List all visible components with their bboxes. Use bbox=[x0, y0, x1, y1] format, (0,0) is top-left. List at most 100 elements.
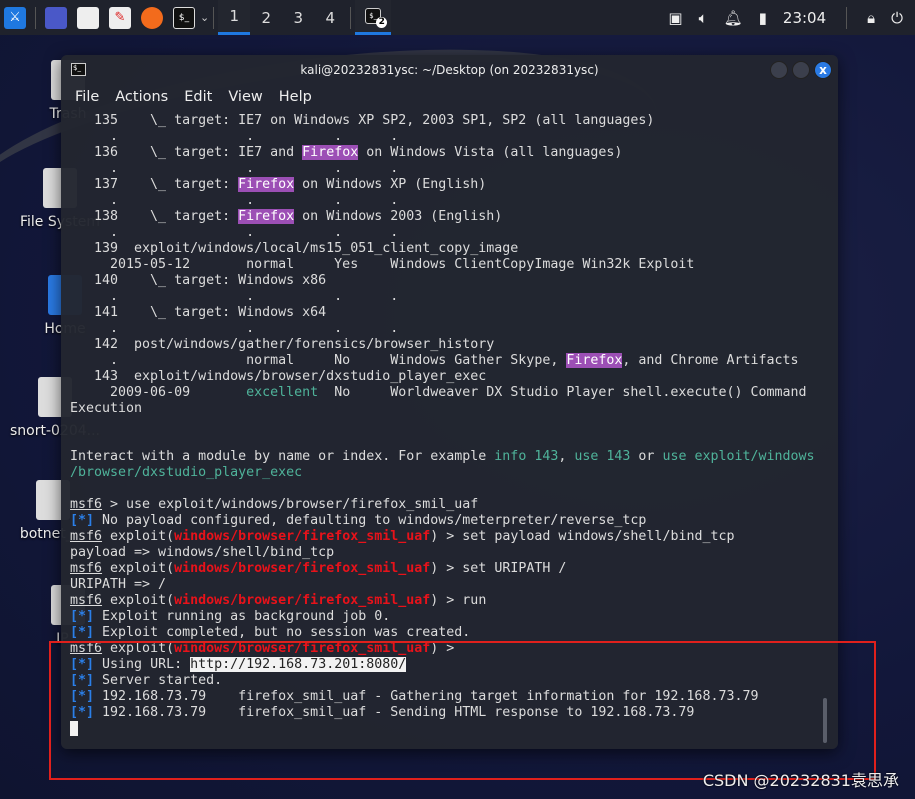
terminal-line: /browser/dxstudio_player_exec bbox=[70, 465, 824, 481]
terminal-text: 2015-05-12 normal Yes Windows ClientCopy… bbox=[70, 257, 695, 272]
notification-bell-icon[interactable]: 🔔︎ bbox=[724, 9, 743, 27]
terminal-text: /browser/dxstudio_player_exec bbox=[70, 465, 303, 480]
menu-actions[interactable]: Actions bbox=[115, 89, 168, 105]
terminal-text: windows/browser/firefox_smil_uaf bbox=[174, 561, 431, 576]
terminal-text: . normal No Windows Gather Skype, bbox=[70, 353, 567, 368]
menu-file[interactable]: File bbox=[75, 89, 99, 105]
terminal-icon: $_ bbox=[71, 63, 86, 76]
terminal-text: 137 \_ target: bbox=[70, 177, 239, 192]
terminal-text: Execution bbox=[70, 401, 143, 416]
system-tray: ▣ 🔈︎ 🔔︎ ▮ 23:04 🔒︎ ⏻ bbox=[668, 6, 915, 29]
terminal-text: 142 post/windows/gather/forensics/browse… bbox=[70, 337, 495, 352]
terminal-text: use 143 bbox=[574, 449, 631, 464]
terminal-line: 136 \_ target: IE7 and Firefox on Window… bbox=[70, 145, 824, 161]
menu-view[interactable]: View bbox=[228, 89, 262, 105]
window-title: kali@20232831ysc: ~/Desktop (on 20232831… bbox=[300, 63, 599, 77]
terminal-line: . . . . bbox=[70, 225, 824, 241]
workspace-3[interactable]: 3 bbox=[282, 0, 314, 35]
terminal-text: . . . . bbox=[70, 225, 399, 240]
clock[interactable]: 23:04 bbox=[783, 9, 826, 27]
task-count-badge: 2 bbox=[376, 17, 388, 28]
terminal-text: Exploit completed, but no session was cr… bbox=[94, 625, 471, 640]
firefox-icon[interactable] bbox=[141, 6, 163, 29]
terminal-line: . . . . bbox=[70, 321, 824, 337]
terminal-line: msf6 exploit(windows/browser/firefox_smi… bbox=[70, 561, 824, 577]
terminal-text: . . . . bbox=[70, 193, 399, 208]
terminal-text: Exploit running as background job 0. bbox=[94, 609, 391, 624]
minimize-button[interactable] bbox=[770, 61, 788, 79]
terminal-text: payload => windows/shell/bind_tcp bbox=[70, 545, 335, 560]
battery-icon[interactable]: ▮ bbox=[759, 9, 767, 27]
maximize-button[interactable] bbox=[792, 61, 810, 79]
divider bbox=[35, 6, 36, 29]
workspace-4[interactable]: 4 bbox=[314, 0, 346, 35]
terminal-text: Firefox bbox=[238, 177, 295, 192]
terminal-line: . . . . bbox=[70, 129, 824, 145]
terminal-text: [*] bbox=[70, 609, 95, 624]
terminal-line: 140 \_ target: Windows x86 bbox=[70, 273, 824, 289]
terminal-text: Firefox bbox=[566, 353, 623, 368]
terminal-line: 2015-05-12 normal Yes Windows ClientCopy… bbox=[70, 257, 824, 273]
terminal-text: No Worldweaver DX Studio Player shell.ex… bbox=[318, 385, 807, 400]
window-titlebar[interactable]: $_ kali@20232831ysc: ~/Desktop (on 20232… bbox=[61, 55, 838, 85]
terminal-text: . . . . bbox=[70, 289, 399, 304]
workspace-2[interactable]: 2 bbox=[250, 0, 282, 35]
terminal-text: 143 exploit/windows/browser/dxstudio_pla… bbox=[70, 369, 487, 384]
terminal-text: on Windows XP (English) bbox=[294, 177, 487, 192]
divider bbox=[846, 6, 848, 29]
terminal-text: 139 exploit/windows/local/ms15_051_clien… bbox=[70, 241, 519, 256]
terminal-line: 138 \_ target: Firefox on Windows 2003 (… bbox=[70, 209, 824, 225]
terminal-text: [*] bbox=[70, 625, 95, 640]
terminal-text: . . . . bbox=[70, 129, 399, 144]
terminal-text: msf6 bbox=[70, 561, 103, 576]
file-manager-icon[interactable] bbox=[77, 6, 99, 29]
terminal-text: ) > run bbox=[430, 593, 487, 608]
terminal-text: No payload configured, defaulting to win… bbox=[94, 513, 647, 528]
kali-menu-icon[interactable]: ⚔ bbox=[4, 6, 26, 29]
terminal-text: 2009-06-09 bbox=[70, 385, 247, 400]
terminal-line: . . . . bbox=[70, 193, 824, 209]
terminal-line: [*] No payload configured, defaulting to… bbox=[70, 513, 824, 529]
logout-icon[interactable]: ⏻ bbox=[891, 9, 903, 27]
workspace-1[interactable]: 1 bbox=[218, 0, 251, 35]
terminal-text: windows/browser/firefox_smil_uaf bbox=[174, 529, 431, 544]
text-editor-icon[interactable]: ✎ bbox=[109, 6, 131, 29]
terminal-text: [*] bbox=[70, 513, 95, 528]
terminal-text: or bbox=[630, 449, 663, 464]
menu-edit[interactable]: Edit bbox=[184, 89, 212, 105]
terminal-line: 142 post/windows/gather/forensics/browse… bbox=[70, 337, 824, 353]
terminal-text: msf6 bbox=[70, 593, 103, 608]
volume-icon[interactable]: 🔈︎ bbox=[699, 9, 708, 27]
terminal-text: exploit( bbox=[102, 593, 175, 608]
terminal-text: . . . . bbox=[70, 161, 399, 176]
lock-icon[interactable]: 🔒︎ bbox=[867, 9, 875, 27]
terminal-line: payload => windows/shell/bind_tcp bbox=[70, 545, 824, 561]
terminal-line: 135 \_ target: IE7 on Windows XP SP2, 20… bbox=[70, 113, 824, 129]
terminal-line: . . . . bbox=[70, 289, 824, 305]
divider bbox=[350, 6, 352, 29]
terminal-icon[interactable]: $_ bbox=[173, 6, 195, 29]
chevron-down-icon[interactable]: ⌄ bbox=[200, 11, 209, 24]
terminal-text: , and Chrome Artifacts bbox=[622, 353, 799, 368]
terminal-text: 136 \_ target: IE7 and bbox=[70, 145, 303, 160]
close-button[interactable]: x bbox=[814, 61, 832, 79]
terminal-line: [*] Exploit completed, but no session wa… bbox=[70, 625, 824, 641]
terminal-text: exploit( bbox=[102, 561, 175, 576]
terminal-line: 2009-06-09 excellent No Worldweaver DX S… bbox=[70, 385, 824, 401]
terminal-text: 135 \_ target: IE7 on Windows XP SP2, 20… bbox=[70, 113, 655, 128]
taskbar: ⚔ ✎ $_ ⌄ 1 2 3 4 $_ 2 ▣ 🔈︎ 🔔︎ ▮ 23:04 🔒︎ … bbox=[0, 0, 915, 35]
terminal-text: msf6 bbox=[70, 529, 103, 544]
network-icon[interactable]: ▣ bbox=[668, 9, 682, 27]
terminal-text: info 143 bbox=[494, 449, 559, 464]
terminal-line: [*] Exploit running as background job 0. bbox=[70, 609, 824, 625]
terminal-line: msf6 > use exploit/windows/browser/firef… bbox=[70, 497, 824, 513]
terminal-line: 137 \_ target: Firefox on Windows XP (En… bbox=[70, 177, 824, 193]
terminal-line: URIPATH => / bbox=[70, 577, 824, 593]
show-desktop-icon[interactable] bbox=[45, 6, 67, 29]
task-terminal[interactable]: $_ 2 bbox=[355, 0, 392, 35]
terminal-line: 143 exploit/windows/browser/dxstudio_pla… bbox=[70, 369, 824, 385]
menu-help[interactable]: Help bbox=[279, 89, 312, 105]
terminal-text: Firefox bbox=[238, 209, 295, 224]
